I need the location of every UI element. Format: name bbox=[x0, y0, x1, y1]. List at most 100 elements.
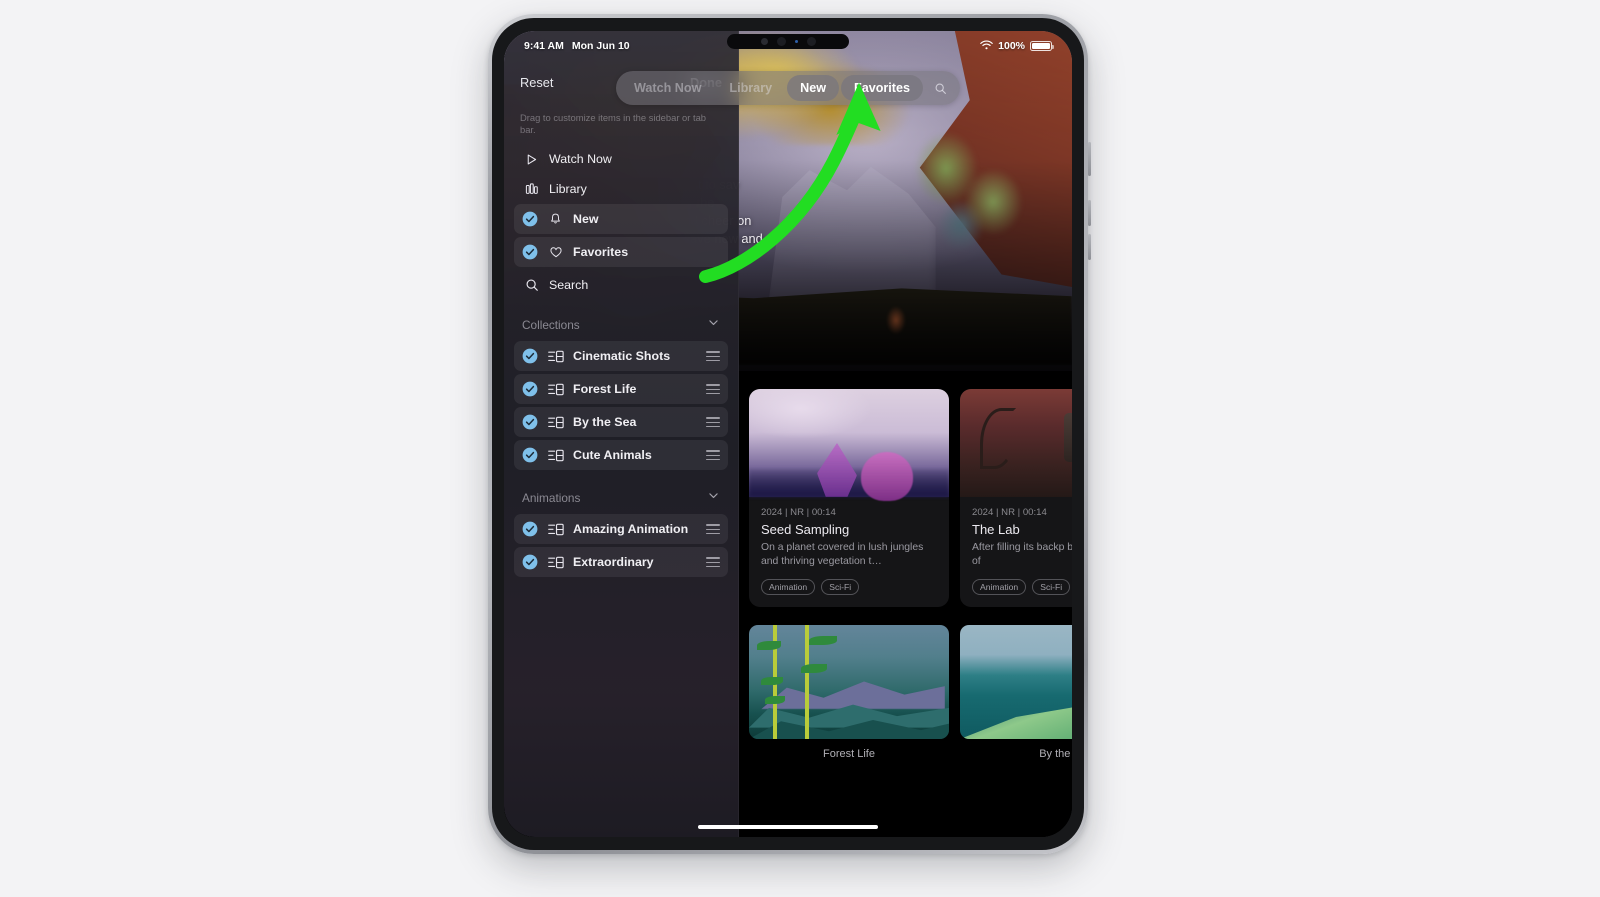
card-body: 2024 | NR | 00:14 Seed Sampling On a pla… bbox=[749, 497, 949, 607]
volume-up-button[interactable] bbox=[1088, 200, 1091, 226]
battery-percent: 100% bbox=[998, 40, 1025, 52]
thumbnail-caption: Forest Life bbox=[823, 748, 875, 760]
sidebar-item-by-the-sea[interactable]: By the Sea bbox=[514, 407, 728, 438]
sidebar-item-favorites[interactable]: Favorites bbox=[514, 237, 728, 268]
genre-chip[interactable]: Sci-Fi bbox=[1032, 579, 1071, 595]
list-detail-icon bbox=[546, 383, 565, 396]
sidebar-item-label: Cute Animals bbox=[573, 448, 652, 463]
thumbnail-row: Forest Life By the S bbox=[739, 607, 1072, 760]
artwork-leaf bbox=[809, 636, 837, 646]
list-detail-icon bbox=[546, 416, 565, 429]
camera-island bbox=[727, 34, 849, 49]
status-date: Mon Jun 10 bbox=[571, 40, 630, 52]
cards-area: 2024 | NR | 00:14 Seed Sampling On a pla… bbox=[739, 371, 1072, 837]
sidebar-item-watch-now[interactable]: Watch Now bbox=[514, 144, 728, 174]
checkmark-circle-icon[interactable] bbox=[522, 414, 538, 430]
sensor-dot bbox=[760, 38, 768, 45]
sidebar-item-new[interactable]: New bbox=[514, 204, 728, 235]
sidebar-item-cinematic-shots[interactable]: Cinematic Shots bbox=[514, 341, 728, 372]
tab-library[interactable]: Library bbox=[716, 75, 785, 101]
drag-handle-icon[interactable] bbox=[706, 557, 720, 568]
drag-handle-icon[interactable] bbox=[706, 417, 720, 428]
search-icon[interactable] bbox=[925, 75, 955, 101]
library-books-icon bbox=[522, 182, 541, 196]
sidebar-item-label: Watch Now bbox=[549, 152, 612, 167]
collection-thumbnail[interactable]: By the S bbox=[960, 625, 1072, 760]
home-indicator[interactable] bbox=[698, 825, 878, 829]
collection-thumbnail[interactable]: Forest Life bbox=[749, 625, 949, 760]
artwork-leaf bbox=[765, 695, 785, 704]
card-title: Seed Sampling bbox=[761, 522, 850, 537]
sidebar-item-label: Extraordinary bbox=[573, 555, 654, 570]
checkmark-circle-icon[interactable] bbox=[522, 521, 538, 537]
sidebar-item-cute-animals[interactable]: Cute Animals bbox=[514, 440, 728, 471]
sidebar-group-header-animations[interactable]: Animations bbox=[504, 473, 738, 514]
status-bar-right: 100% bbox=[980, 39, 1054, 53]
sidebar-item-search[interactable]: Search bbox=[514, 270, 728, 300]
drag-handle-icon[interactable] bbox=[706, 524, 720, 535]
checkmark-circle-icon[interactable] bbox=[522, 554, 538, 570]
checkmark-circle-icon[interactable] bbox=[522, 447, 538, 463]
tab-watch-now[interactable]: Watch Now bbox=[621, 75, 714, 101]
sidebar-item-amazing-animation[interactable]: Amazing Animation bbox=[514, 514, 728, 545]
drag-handle-icon[interactable] bbox=[706, 450, 720, 461]
sidebar-item-label: Cinematic Shots bbox=[573, 349, 671, 364]
artwork-leaf bbox=[761, 677, 783, 686]
checkmark-circle-icon[interactable] bbox=[522, 244, 538, 260]
checkmark-circle-icon[interactable] bbox=[522, 211, 538, 227]
tab-favorites[interactable]: Favorites bbox=[841, 75, 924, 101]
bell-icon bbox=[546, 212, 565, 226]
device-bezel: ture ot, on a quest to sav on. Uncover t… bbox=[492, 18, 1084, 850]
sidebar-item-label: Amazing Animation bbox=[573, 522, 689, 537]
reset-button[interactable]: Reset bbox=[520, 75, 553, 90]
sidebar-item-library[interactable]: Library bbox=[514, 174, 728, 204]
artwork-plant-left bbox=[817, 443, 857, 497]
card-body: 2024 | NR | 00:14 The Lab After filling … bbox=[960, 497, 1072, 607]
media-card[interactable]: 2024 | NR | 00:14 Seed Sampling On a pla… bbox=[749, 389, 949, 607]
sidebar-item-label: New bbox=[573, 212, 599, 227]
chevron-down-icon[interactable] bbox=[707, 489, 720, 507]
front-camera-lens bbox=[776, 37, 786, 46]
battery-full-icon bbox=[1030, 41, 1054, 51]
sidebar-group-header-collections[interactable]: Collections bbox=[504, 300, 738, 341]
media-card[interactable]: 2024 | NR | 00:14 The Lab After filling … bbox=[960, 389, 1072, 607]
ipad-device-frame: ture ot, on a quest to sav on. Uncover t… bbox=[488, 14, 1091, 854]
sidebar-item-label: Favorites bbox=[573, 245, 629, 260]
thumbnail-artwork-by-the-sea bbox=[960, 625, 1072, 739]
card-description: After filling its backp brim with dozens… bbox=[972, 542, 1072, 568]
artwork-curl bbox=[980, 408, 1016, 469]
artwork-plant-right bbox=[861, 451, 913, 502]
artwork-leaf bbox=[757, 640, 781, 650]
artwork-robot bbox=[1064, 412, 1072, 463]
genre-chip[interactable]: Animation bbox=[972, 579, 1027, 595]
checkmark-circle-icon[interactable] bbox=[522, 348, 538, 364]
floating-tab-bar: Watch Now Library New Favorites bbox=[615, 71, 961, 105]
sidebar-animations-list: Amazing Animation Extraordinary bbox=[504, 514, 738, 578]
sidebar-item-forest-life[interactable]: Forest Life bbox=[514, 374, 728, 405]
sidebar-item-label: Search bbox=[549, 278, 589, 293]
depth-sensor bbox=[806, 37, 816, 46]
list-detail-icon bbox=[546, 350, 565, 363]
screenshot-stage: ture ot, on a quest to sav on. Uncover t… bbox=[0, 0, 1600, 897]
sidebar-item-label: Library bbox=[549, 182, 587, 197]
artwork-leaf bbox=[801, 663, 827, 673]
drag-handle-icon[interactable] bbox=[706, 384, 720, 395]
card-row: 2024 | NR | 00:14 Seed Sampling On a pla… bbox=[739, 389, 1072, 607]
customize-sidebar: Reset Done Drag to customize items in th… bbox=[504, 31, 739, 837]
card-chips: Animation Sci-Fi bbox=[972, 579, 1072, 595]
checkmark-circle-icon[interactable] bbox=[522, 381, 538, 397]
thumbnail-artwork-forest-life bbox=[749, 625, 949, 739]
sidebar-collections-list: Cinematic Shots Forest Life By the Sea C… bbox=[504, 341, 738, 471]
list-detail-icon bbox=[546, 523, 565, 536]
tab-new[interactable]: New bbox=[787, 75, 840, 101]
list-detail-icon bbox=[546, 556, 565, 569]
drag-handle-icon[interactable] bbox=[706, 351, 720, 362]
volume-down-button[interactable] bbox=[1088, 234, 1091, 260]
genre-chip[interactable]: Animation bbox=[761, 579, 816, 595]
sidebar-item-extraordinary[interactable]: Extraordinary bbox=[514, 547, 728, 578]
sidebar-item-label: By the Sea bbox=[573, 415, 637, 430]
chevron-down-icon[interactable] bbox=[707, 316, 720, 334]
search-icon bbox=[522, 278, 541, 292]
genre-chip[interactable]: Sci-Fi bbox=[821, 579, 860, 595]
power-button[interactable] bbox=[1088, 142, 1091, 176]
